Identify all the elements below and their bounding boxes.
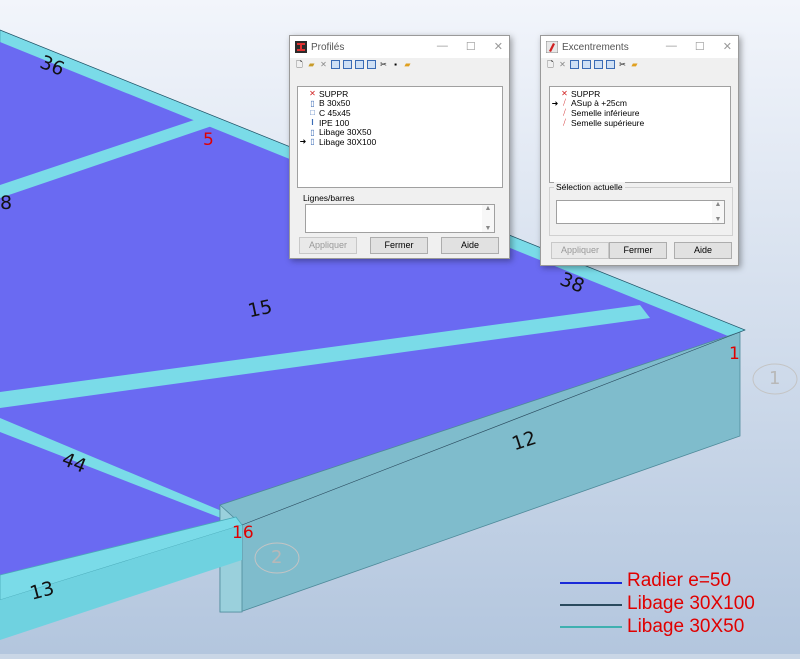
close-button[interactable]: Fermer bbox=[609, 242, 667, 259]
new-icon[interactable]: 🗋 bbox=[295, 60, 304, 69]
rect-section-icon: ▯ bbox=[310, 98, 315, 108]
offsets-list[interactable]: ✕ SUPPR ➜ ⧸ ASup à +25cm ⧸ Semelle inférieur… bbox=[549, 86, 731, 183]
profiles-titlebar[interactable]: Profilés — ☐ ✕ bbox=[290, 36, 509, 58]
list-item[interactable]: ▯ B 30x50 bbox=[298, 98, 502, 108]
legend-item-radier: Radier e=50 bbox=[627, 570, 732, 591]
offset-app-icon bbox=[546, 41, 558, 53]
scissors-icon[interactable]: ✂ bbox=[618, 60, 627, 69]
scrollbar[interactable]: ▲ ▼ bbox=[712, 201, 724, 223]
maximize-icon[interactable]: ☐ bbox=[695, 40, 705, 53]
profiles-toolbar: 🗋 ▰ ✕ ✂ ▪ ▰ bbox=[290, 58, 509, 71]
legend-item-libage-30x100: Libage 30X100 bbox=[627, 593, 755, 614]
close-icon[interactable]: ✕ bbox=[494, 40, 503, 53]
offsets-window: Excentrements — ☐ ✕ 🗋 ✕ ✂ ▰ ✕ SUPPR ➜ ⧸ ASu… bbox=[540, 35, 739, 266]
folder-icon[interactable]: ▰ bbox=[630, 60, 639, 69]
help-button[interactable]: Aide bbox=[441, 237, 499, 254]
minimize-icon[interactable]: — bbox=[437, 40, 448, 53]
window-title: Profilés bbox=[311, 41, 345, 53]
list-icon[interactable] bbox=[367, 60, 376, 69]
apply-button[interactable]: Appliquer bbox=[551, 242, 609, 259]
list-icon[interactable] bbox=[606, 60, 615, 69]
table-icon[interactable] bbox=[582, 60, 591, 69]
view-icon[interactable] bbox=[331, 60, 340, 69]
close-button[interactable]: Fermer bbox=[370, 237, 428, 254]
list-item[interactable]: □ C 45x45 bbox=[298, 108, 502, 118]
delete-icon[interactable]: ✕ bbox=[558, 60, 567, 69]
open-icon[interactable]: ▰ bbox=[307, 60, 316, 69]
list-item[interactable]: ➜ ⧸ ASup à +25cm bbox=[550, 98, 730, 108]
axis-label-1: 1 bbox=[769, 368, 781, 389]
lines-bars-input[interactable]: ▲ ▼ bbox=[305, 204, 495, 233]
node-label-16: 16 bbox=[232, 523, 254, 543]
legend-item-libage-30x50: Libage 30X50 bbox=[627, 616, 745, 637]
rect-section-icon: ▯ bbox=[310, 127, 315, 137]
apply-button[interactable]: Appliquer bbox=[299, 237, 357, 254]
offsets-toolbar: 🗋 ✕ ✂ ▰ bbox=[541, 58, 738, 71]
node-label-5: 5 bbox=[203, 130, 214, 150]
profiles-list[interactable]: ✕ SUPPR ▯ B 30x50 □ C 45x45 I IPE 100 ▯ Libag… bbox=[297, 86, 503, 188]
group-label: Lignes/barres bbox=[301, 193, 357, 203]
member-label-8: 8 bbox=[0, 192, 13, 214]
delete-icon[interactable]: ✕ bbox=[319, 60, 328, 69]
folder-icon[interactable]: ▰ bbox=[403, 60, 412, 69]
offset-icon: ⧸ bbox=[563, 98, 566, 108]
grid-icon[interactable] bbox=[355, 60, 364, 69]
view-icon[interactable] bbox=[570, 60, 579, 69]
current-selection-input[interactable]: ▲ ▼ bbox=[556, 200, 725, 224]
list-item[interactable]: I IPE 100 bbox=[298, 118, 502, 128]
list-item[interactable]: ➜ ▯ Libage 30X100 bbox=[298, 137, 502, 147]
square-section-icon: □ bbox=[310, 108, 315, 118]
profiles-window: Profilés — ☐ ✕ 🗋 ▰ ✕ ✂ ▪ ▰ ✕ SUPPR ▯ B 30x… bbox=[289, 35, 510, 259]
profile-app-icon bbox=[295, 41, 307, 53]
grid-icon[interactable] bbox=[594, 60, 603, 69]
delete-x-icon: ✕ bbox=[309, 89, 316, 99]
axis-label-2: 2 bbox=[271, 547, 283, 568]
offsets-titlebar[interactable]: Excentrements — ☐ ✕ bbox=[541, 36, 738, 58]
save-icon[interactable]: ▪ bbox=[391, 60, 400, 69]
maximize-icon[interactable]: ☐ bbox=[466, 40, 476, 53]
minimize-icon[interactable]: — bbox=[666, 40, 677, 53]
new-icon[interactable]: 🗋 bbox=[546, 60, 555, 69]
list-item[interactable]: ⧸ Semelle supérieure bbox=[550, 118, 730, 128]
list-item[interactable]: ▯ Libage 30X50 bbox=[298, 127, 502, 137]
offset-icon: ⧸ bbox=[563, 107, 566, 117]
help-button[interactable]: Aide bbox=[674, 242, 732, 259]
close-icon[interactable]: ✕ bbox=[723, 40, 732, 53]
scissors-icon[interactable]: ✂ bbox=[379, 60, 388, 69]
list-item[interactable]: ⧸ Semelle inférieure bbox=[550, 108, 730, 118]
list-item[interactable]: ✕ SUPPR bbox=[550, 89, 730, 99]
table-icon[interactable] bbox=[343, 60, 352, 69]
i-beam-icon: I bbox=[311, 118, 314, 128]
selected-arrow-icon: ➜ bbox=[299, 137, 307, 147]
scrollbar[interactable]: ▲ ▼ bbox=[482, 205, 494, 232]
rect-section-icon: ▯ bbox=[310, 137, 315, 147]
selected-arrow-icon: ➜ bbox=[551, 98, 559, 108]
group-label: Sélection actuelle bbox=[554, 182, 625, 192]
offset-icon: ⧸ bbox=[563, 117, 566, 127]
node-label-1: 1 bbox=[729, 344, 740, 364]
list-item[interactable]: ✕ SUPPR bbox=[298, 89, 502, 99]
delete-x-icon: ✕ bbox=[561, 89, 568, 99]
window-title: Excentrements bbox=[562, 41, 629, 53]
